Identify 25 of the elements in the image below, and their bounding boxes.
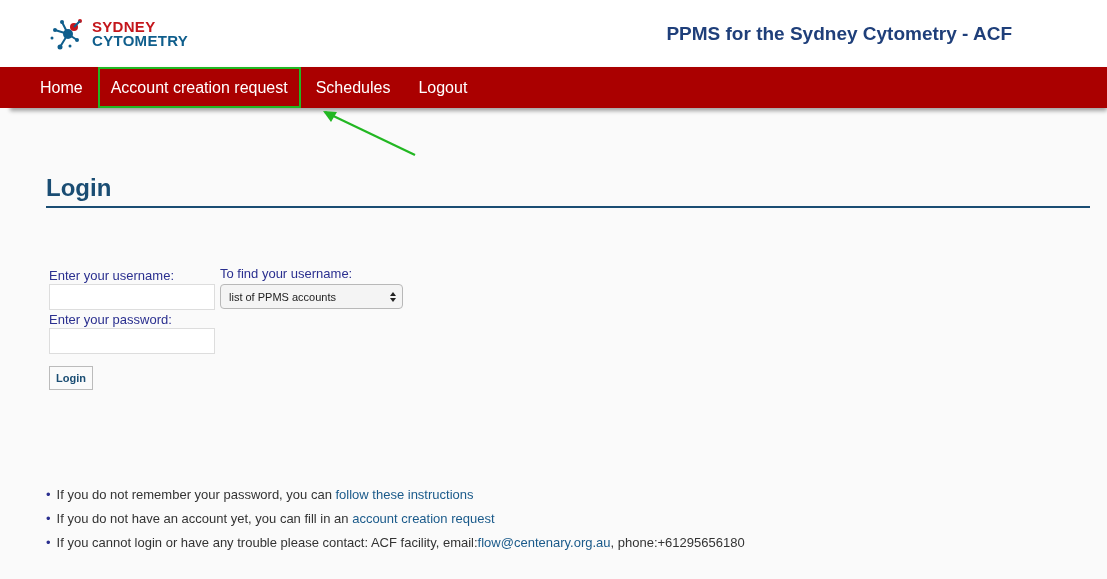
- nav-link[interactable]: Logout: [405, 67, 481, 108]
- login-button[interactable]: Login: [49, 366, 93, 390]
- accounts-dropdown[interactable]: list of PPMS accounts: [220, 284, 403, 309]
- help-link[interactable]: flow@centenary.org.au: [477, 535, 611, 550]
- bullet: •: [46, 534, 51, 551]
- help-link[interactable]: follow these instructions: [335, 487, 474, 502]
- username-input[interactable]: [49, 284, 215, 310]
- site-title: PPMS for the Sydney Cytometry - ACF: [666, 22, 1012, 45]
- nav-link[interactable]: Account creation request: [97, 67, 301, 108]
- username-label: Enter your username:: [49, 268, 175, 283]
- help-note: If you do not have an account yet, you can fill in an account creation request: [56, 510, 495, 527]
- help-note: If you cannot login or have any trouble please contact: ACF facility, email:flow@centenary.org.au, phone:+61295656180: [56, 534, 745, 551]
- bullet: •: [46, 486, 51, 503]
- help-note: If you do not remember your password, you can follow these instructions: [56, 486, 474, 503]
- logo-text: CYTOMETRY: [92, 33, 189, 48]
- nav-link[interactable]: Home: [27, 67, 96, 108]
- password-input[interactable]: [49, 328, 215, 354]
- nav-link[interactable]: Schedules: [302, 67, 404, 108]
- find-username-label: To find your username:: [220, 266, 354, 283]
- page-heading: Login: [46, 174, 112, 202]
- dropdown-arrows-icon: [390, 291, 396, 302]
- password-label: Enter your password:: [49, 312, 173, 327]
- logo-text: SYDNEY: [92, 19, 157, 34]
- bullet: •: [46, 510, 51, 527]
- help-link[interactable]: account creation request: [352, 511, 495, 526]
